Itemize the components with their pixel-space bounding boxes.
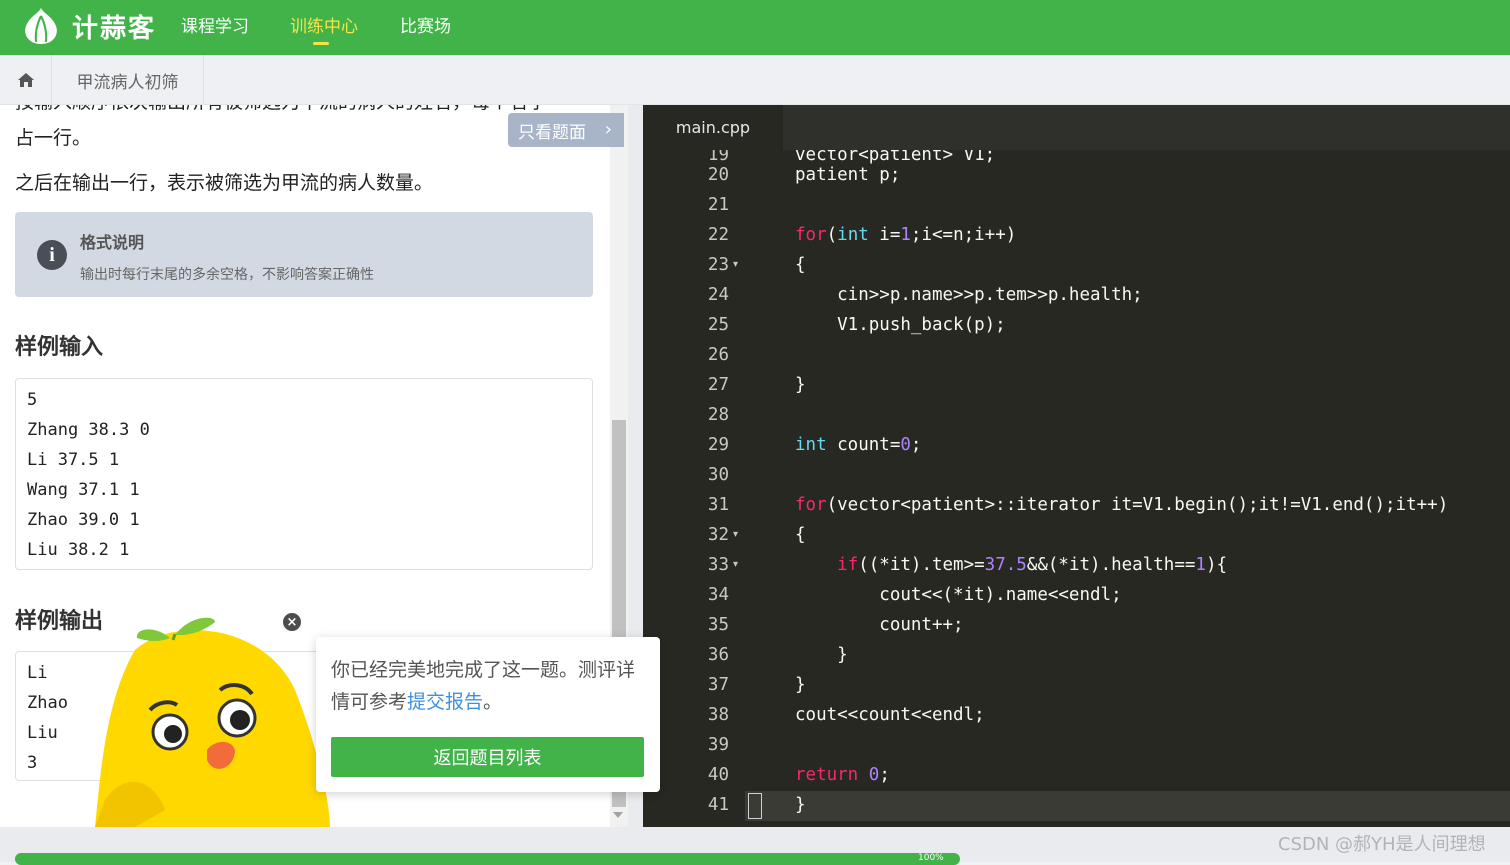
line-number: 24	[707, 285, 729, 305]
nav-training-center[interactable]: 训练中心	[290, 12, 358, 37]
watermark: CSDN @郝YH是人间理想	[1278, 834, 1486, 855]
sample-input-line: Liu 38.2 1	[27, 540, 130, 560]
bracket-match-marker	[748, 793, 762, 819]
format-note-title: 格式说明	[80, 233, 145, 252]
line-number: 26	[707, 345, 729, 365]
code-line[interactable]: count++;	[795, 610, 963, 640]
problem-desc-partial: 按输入顺序依次输出所有被筛选为甲流的病人的姓名，每个名字	[15, 105, 547, 114]
line-number: 32	[707, 525, 729, 545]
chevron-right-icon: ›	[604, 119, 612, 140]
sample-input-line: 5	[27, 390, 38, 410]
code-line[interactable]: V1.push_back(p);	[795, 310, 1006, 340]
sample-input-line: Wang 37.1 1	[27, 480, 140, 500]
sample-output-title: 样例输出	[15, 609, 104, 634]
code-line[interactable]: cout<<(*it).name<<endl;	[795, 580, 1121, 610]
code-line[interactable]: patient p;	[795, 160, 900, 190]
fold-arrow-icon[interactable]: ▾	[733, 550, 743, 580]
format-note: i 格式说明 输出时每行末尾的多余空格，不影响答案正确性	[15, 212, 593, 297]
nav-course-learning[interactable]: 课程学习	[181, 12, 249, 37]
submission-report-link[interactable]: 提交报告	[407, 691, 483, 713]
code-line[interactable]: }	[795, 670, 806, 700]
back-to-list-button[interactable]: 返回题目列表	[331, 737, 644, 777]
tab-main-cpp[interactable]: main.cpp	[643, 105, 783, 150]
home-button[interactable]	[0, 55, 52, 105]
sample-input-line: Zhao 39.0 1	[27, 510, 140, 530]
popup-text-after: 。	[483, 691, 503, 713]
line-number: 35	[707, 615, 729, 635]
editor-tabbar: main.cpp	[643, 105, 1510, 150]
nav-contest[interactable]: 比赛场	[400, 12, 451, 37]
active-line-highlight	[745, 791, 1510, 821]
fold-arrow-icon[interactable]: ▾	[733, 250, 743, 280]
logo-text: 计蒜客	[72, 13, 157, 44]
completion-popup: 你已经完美地完成了这一题。测评详情可参考提交报告。 返回题目列表	[316, 637, 660, 792]
code-line[interactable]: for(int i=1;i<=n;i++)	[795, 220, 1016, 250]
line-number: 34	[707, 585, 729, 605]
code-line[interactable]: int count=0;	[795, 430, 921, 460]
home-icon	[17, 73, 34, 87]
line-number: 22	[707, 225, 729, 245]
sample-input-title: 样例输入	[15, 335, 104, 360]
only-view-problem-button[interactable]: 只看题面 ›	[508, 113, 624, 147]
code-line[interactable]: {	[795, 520, 806, 550]
line-number: 31	[707, 495, 729, 515]
top-navbar: 计蒜客 课程学习 训练中心 比赛场	[0, 0, 1510, 55]
sample-input-line: Li 37.5 1	[27, 450, 120, 470]
line-number: 41	[707, 795, 729, 815]
garlic-icon	[25, 8, 57, 44]
line-number: 28	[707, 405, 729, 425]
sample-input-line: Zhang 38.3 0	[27, 420, 150, 440]
code-line[interactable]: return 0;	[795, 760, 890, 790]
code-line[interactable]: {	[795, 250, 806, 280]
nav-active-indicator	[313, 42, 329, 45]
breadcrumb: 甲流病人初筛	[0, 55, 1510, 105]
code-line[interactable]: for(vector<patient>::iterator it=V1.begi…	[795, 490, 1448, 520]
only-view-problem-label: 只看题面	[518, 122, 586, 143]
info-icon: i	[37, 240, 67, 270]
code-line[interactable]: }	[795, 370, 806, 400]
progress-bar	[15, 853, 960, 865]
line-number: 23	[707, 255, 729, 275]
breadcrumb-problem[interactable]: 甲流病人初筛	[52, 55, 204, 105]
problem-desc-line2: 之后在输出一行，表示被筛选为甲流的病人数量。	[15, 172, 434, 194]
line-number: 29	[707, 435, 729, 455]
line-number: 25	[707, 315, 729, 335]
mascot-bird-image	[95, 617, 330, 827]
problem-desc-line1: 占一行。	[15, 127, 92, 149]
line-number: 33	[707, 555, 729, 575]
code-editor[interactable]: main.cpp 19 vector<patient> V1; 20 patient …	[643, 105, 1510, 827]
popup-message: 你已经完美地完成了这一题。测评详情可参考提交报告。	[331, 654, 651, 718]
line-number: 30	[707, 465, 729, 485]
code-line[interactable]: }	[795, 640, 848, 670]
site-logo[interactable]: 计蒜客	[20, 6, 156, 46]
line-number: 21	[707, 195, 729, 215]
fold-arrow-icon[interactable]: ▾	[733, 520, 743, 550]
scroll-down-arrow-icon[interactable]	[613, 812, 623, 818]
code-line[interactable]: }	[795, 790, 806, 820]
line-number: 27	[707, 375, 729, 395]
format-note-text: 输出时每行末尾的多余空格，不影响答案正确性	[80, 267, 374, 283]
code-line[interactable]: cin>>p.name>>p.tem>>p.health;	[795, 280, 1143, 310]
code-line[interactable]: if((*it).tem>=37.5&&(*it).health==1){	[795, 550, 1227, 580]
line-number: 20	[707, 165, 729, 185]
code-line[interactable]: cout<<count<<endl;	[795, 700, 985, 730]
close-icon[interactable]: ×	[281, 611, 303, 633]
sample-input-box: 5 Zhang 38.3 0 Li 37.5 1 Wang 37.1 1 Zha…	[15, 378, 593, 570]
